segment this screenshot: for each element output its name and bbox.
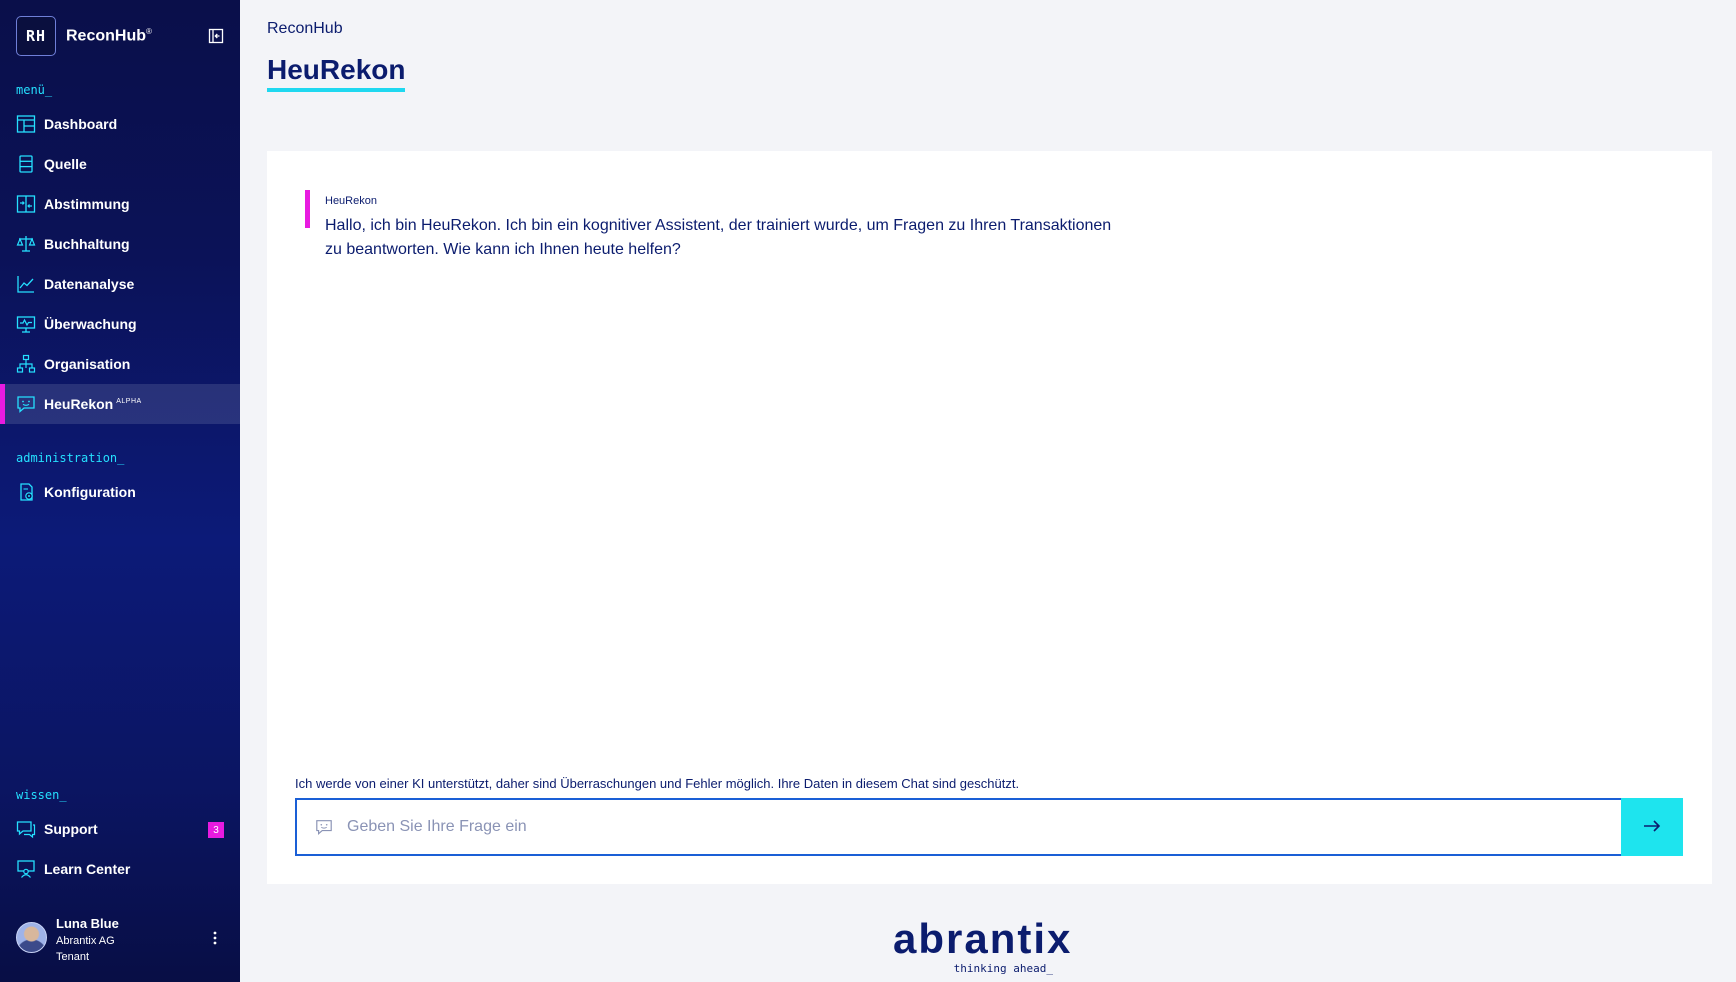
chat-bot-icon bbox=[315, 818, 333, 836]
sidebar-item-buchhaltung[interactable]: Buchhaltung bbox=[0, 224, 240, 264]
arrow-right-icon bbox=[1643, 819, 1661, 836]
support-chat-icon bbox=[16, 819, 36, 839]
sidebar-item-ueberwachung[interactable]: Überwachung bbox=[0, 304, 240, 344]
section-label-wissen: wissen_ bbox=[16, 788, 67, 802]
sidebar-item-label: Abstimmung bbox=[44, 196, 130, 212]
chat-input[interactable] bbox=[347, 812, 1607, 842]
org-chart-icon bbox=[16, 354, 36, 374]
learn-icon bbox=[16, 859, 36, 879]
sidebar-item-label: Datenanalyse bbox=[44, 276, 135, 292]
brand-name: ReconHub® bbox=[66, 27, 152, 45]
support-count-badge: 3 bbox=[208, 822, 224, 838]
sidebar-item-quelle[interactable]: Quelle bbox=[0, 144, 240, 184]
sidebar-item-learn-center[interactable]: Learn Center bbox=[0, 849, 240, 889]
sidebar-item-support[interactable]: Support 3 bbox=[0, 809, 240, 849]
footer-wordmark: abrantix bbox=[893, 915, 1073, 962]
chat-panel: HeuRekon Hallo, ich bin HeuRekon. Ich bi… bbox=[267, 151, 1712, 884]
dashboard-icon bbox=[16, 114, 36, 134]
sidebar-item-label: Buchhaltung bbox=[44, 236, 130, 252]
breadcrumb[interactable]: ReconHub bbox=[267, 20, 343, 38]
config-icon bbox=[16, 482, 36, 502]
message-accent-bar bbox=[305, 190, 310, 228]
chart-line-icon bbox=[16, 274, 36, 294]
sidebar-item-heurekon-text: HeuRekon bbox=[44, 396, 114, 412]
sidebar-item-abstimmung[interactable]: Abstimmung bbox=[0, 184, 240, 224]
brand[interactable]: RH ReconHub® bbox=[16, 16, 152, 56]
sidebar-item-datenanalyse[interactable]: Datenanalyse bbox=[0, 264, 240, 304]
footer-tagline: thinking ahead_ bbox=[953, 962, 1053, 975]
collapse-sidebar-icon[interactable] bbox=[208, 28, 224, 44]
user-profile[interactable]: Luna Blue Abrantix AG Tenant bbox=[16, 916, 226, 966]
sidebar-item-label: Learn Center bbox=[44, 861, 131, 877]
ai-disclaimer: Ich werde von einer KI unterstützt, dahe… bbox=[295, 776, 1020, 791]
section-label-administration: administration_ bbox=[16, 451, 125, 465]
sidebar-item-label: Support bbox=[44, 821, 98, 837]
send-button[interactable] bbox=[1621, 798, 1683, 856]
section-label-menu: menü_ bbox=[16, 83, 53, 97]
brand-logo: RH bbox=[16, 16, 56, 56]
reconcile-icon bbox=[16, 194, 36, 214]
sidebar-item-label: HeuRekon ALPHA bbox=[44, 396, 142, 412]
avatar bbox=[16, 922, 47, 953]
sidebar-item-label: Überwachung bbox=[44, 316, 137, 332]
chat-input-container[interactable] bbox=[295, 798, 1623, 856]
user-name: Luna Blue bbox=[56, 916, 119, 931]
user-company: Abrantix AG bbox=[56, 935, 115, 947]
sidebar-item-heurekon[interactable]: HeuRekon ALPHA bbox=[0, 384, 240, 424]
sidebar-item-label: Organisation bbox=[44, 356, 131, 372]
message-sender: HeuRekon bbox=[325, 195, 377, 207]
more-options-icon[interactable] bbox=[208, 930, 222, 946]
database-icon bbox=[16, 154, 36, 174]
sidebar: RH ReconHub® menü_ Dashboard Quelle Abst… bbox=[0, 0, 240, 982]
user-role: Tenant bbox=[56, 951, 90, 963]
chat-bot-icon bbox=[16, 394, 36, 414]
brand-registered-mark: ® bbox=[146, 26, 152, 36]
footer-logo: abrantix thinking ahead_ bbox=[893, 915, 1073, 976]
sidebar-item-dashboard[interactable]: Dashboard bbox=[0, 104, 240, 144]
scale-icon bbox=[16, 234, 36, 254]
sidebar-item-konfiguration[interactable]: Konfiguration bbox=[0, 472, 240, 512]
sidebar-item-organisation[interactable]: Organisation bbox=[0, 344, 240, 384]
sidebar-item-label: Quelle bbox=[44, 156, 87, 172]
monitor-icon bbox=[16, 314, 36, 334]
brand-name-text: ReconHub bbox=[66, 27, 146, 45]
page-title: HeuRekon bbox=[267, 54, 406, 92]
sidebar-item-label: Dashboard bbox=[44, 116, 118, 132]
sidebar-item-label: Konfiguration bbox=[44, 484, 136, 500]
alpha-tag: ALPHA bbox=[116, 398, 142, 406]
message-text: Hallo, ich bin HeuRekon. Ich bin ein kog… bbox=[325, 217, 1112, 258]
